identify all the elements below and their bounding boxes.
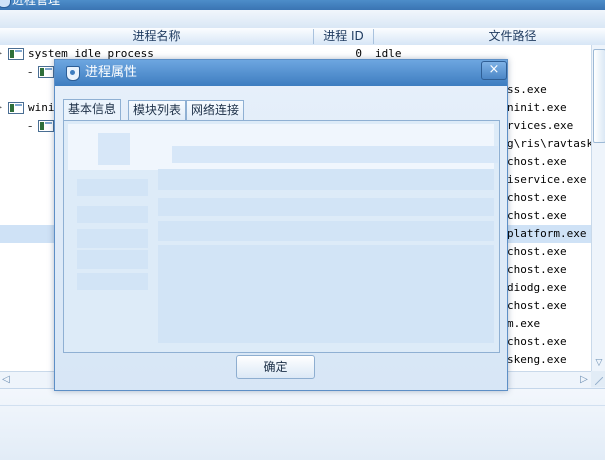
tree-expander-icon[interactable]: ▸	[0, 103, 3, 113]
field-value	[158, 169, 494, 190]
tab-basic-info[interactable]: 基本信息	[63, 99, 122, 121]
file-path-cell: chost.exe	[507, 155, 567, 168]
toolbar	[0, 10, 605, 29]
dialog-title: 进程属性	[85, 65, 138, 80]
file-path-cell: chost.exe	[507, 209, 567, 222]
field-label	[77, 229, 148, 248]
column-header-path[interactable]: 文件路径	[420, 28, 605, 45]
file-path-cell: chost.exe	[507, 245, 567, 258]
details-area	[158, 263, 494, 343]
vertical-scrollbar[interactable]: ▽	[591, 45, 605, 371]
file-path-cell: chost.exe	[507, 263, 567, 276]
column-divider[interactable]	[373, 29, 374, 44]
field-label	[77, 273, 148, 290]
field-label	[77, 206, 148, 223]
scroll-left-arrow-icon[interactable]: ◁	[0, 374, 12, 386]
file-path-cell: iservice.exe	[507, 173, 587, 186]
scroll-right-arrow-icon[interactable]: ▷	[578, 374, 590, 386]
tree-connector: -	[28, 65, 33, 79]
ok-button[interactable]: 确定	[236, 355, 315, 379]
window-titlebar: 进程管理	[0, 0, 605, 10]
process-icon	[38, 66, 54, 78]
file-path-cell: ninit.exe	[507, 101, 567, 114]
file-path-cell: platform.exe	[507, 227, 587, 240]
process-name-value	[172, 146, 498, 163]
scroll-down-arrow-icon[interactable]: ▽	[593, 357, 605, 369]
close-icon[interactable]: ×	[481, 61, 507, 80]
status-area	[0, 388, 605, 460]
column-header-pid[interactable]: 进程 ID	[314, 28, 373, 45]
field-value	[158, 221, 494, 241]
file-path-cell: chost.exe	[507, 191, 567, 204]
scroll-thumb[interactable]	[593, 49, 605, 143]
tab-module-list[interactable]: 模块列表	[128, 100, 187, 120]
process-icon	[8, 48, 24, 60]
shield-icon	[66, 66, 80, 81]
file-path-cell: diodg.exe	[507, 281, 567, 294]
field-value	[158, 245, 494, 263]
process-icon	[8, 102, 24, 114]
tab-panel	[63, 120, 500, 353]
tree-expander-icon[interactable]: ▸	[0, 49, 3, 59]
tab-network-connections[interactable]: 网络连接	[186, 100, 245, 120]
tree-connector: -	[28, 119, 33, 133]
field-label	[77, 250, 148, 269]
process-icon	[98, 133, 130, 165]
file-path-cell: rvices.exe	[507, 119, 574, 132]
resize-corner[interactable]	[591, 371, 605, 387]
process-properties-dialog: 进程属性 × 基本信息 模块列表 网络连接 确定	[54, 59, 508, 391]
file-path-cell: m.exe	[507, 317, 541, 330]
process-icon	[38, 120, 54, 132]
column-header-name[interactable]: 进程名称	[0, 28, 313, 45]
file-path-cell: ss.exe	[507, 83, 547, 96]
divider	[0, 405, 605, 406]
window-title: 进程管理	[12, 0, 61, 7]
dialog-titlebar[interactable]: 进程属性	[55, 60, 507, 86]
tab-bar: 基本信息 模块列表 网络连接	[63, 99, 498, 121]
file-path-cell: chost.exe	[507, 299, 567, 312]
file-path-cell: g\ris\ravtask.	[507, 137, 591, 150]
file-path-cell: skeng.exe	[507, 353, 567, 366]
file-path-cell: chost.exe	[507, 335, 567, 348]
field-value	[158, 198, 494, 216]
field-label	[77, 179, 148, 196]
list-header: 进程名称 进程 ID 文件路径	[0, 28, 605, 46]
process-summary	[68, 124, 498, 170]
app-icon	[0, 0, 11, 8]
resize-grip-icon[interactable]	[595, 377, 603, 385]
